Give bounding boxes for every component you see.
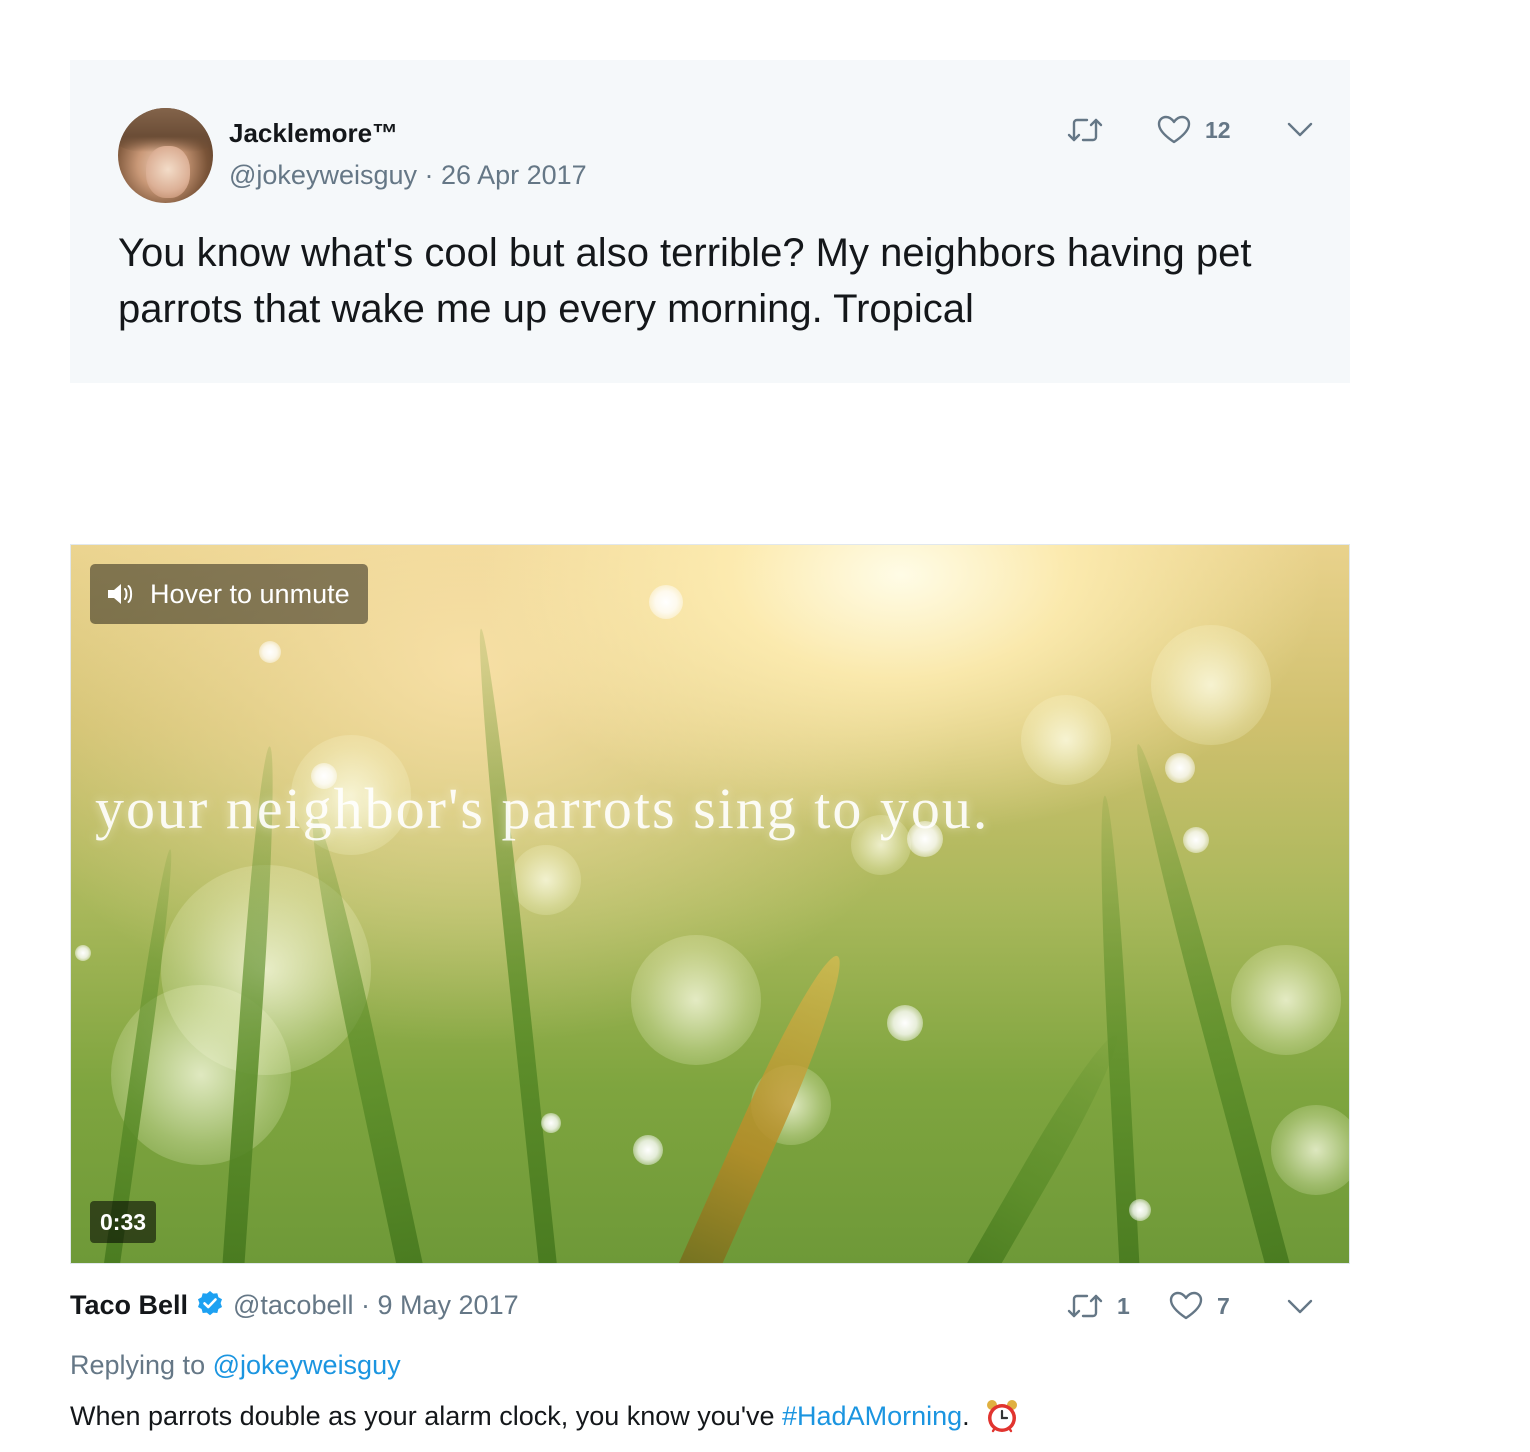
avatar[interactable] <box>118 108 213 203</box>
chevron-down-icon <box>1287 122 1313 137</box>
user-handle-and-date: @jokeyweisguy · 26 Apr 2017 <box>229 160 587 191</box>
meta-separator: · <box>424 160 434 190</box>
reply-like-button[interactable]: 7 <box>1169 1291 1230 1321</box>
like-count: 7 <box>1217 1292 1230 1319</box>
reply-text-end: . <box>962 1400 970 1431</box>
retweet-icon <box>1067 1294 1103 1318</box>
retweet-count: 1 <box>1117 1292 1130 1319</box>
tweet-thread-page: Jacklemore™ @jokeyweisguy · 26 Apr 2017 … <box>0 0 1530 1452</box>
more-options-button[interactable] <box>1286 119 1314 139</box>
replying-handle-link[interactable]: @jokeyweisguy <box>213 1350 401 1380</box>
speaker-icon <box>108 584 133 604</box>
meta-separator: · <box>361 1290 370 1320</box>
retweet-icon <box>1067 118 1103 142</box>
chevron-down-icon <box>1287 1299 1313 1314</box>
reply-date[interactable]: 9 May 2017 <box>378 1290 519 1320</box>
hover-to-unmute-button[interactable]: Hover to unmute <box>90 564 368 624</box>
like-count: 12 <box>1205 116 1231 143</box>
tweet-text: You know what's cool but also terrible? … <box>118 231 1252 331</box>
quoted-tweet-card[interactable]: Jacklemore™ @jokeyweisguy · 26 Apr 2017 … <box>70 60 1350 383</box>
retweet-button[interactable] <box>1067 115 1103 145</box>
reply-display-name[interactable]: Taco Bell <box>70 1290 188 1321</box>
reply-handle-and-date: @tacobell · 9 May 2017 <box>233 1290 519 1321</box>
verified-badge-icon <box>198 1291 222 1316</box>
reply-handle[interactable]: @tacobell <box>233 1290 353 1320</box>
tweet-date[interactable]: 26 Apr 2017 <box>441 160 587 190</box>
video-duration-badge: 0:33 <box>90 1201 157 1243</box>
video-player[interactable]: your neighbor's parrots sing to you. Hov… <box>70 544 1350 1264</box>
video-overlay-text: your neighbor's parrots sing to you. <box>95 776 990 841</box>
heart-icon <box>1157 115 1191 144</box>
user-display-name[interactable]: Jacklemore™ <box>229 118 398 149</box>
reply-more-options-button[interactable] <box>1286 1296 1314 1316</box>
heart-icon <box>1169 1291 1203 1320</box>
replying-prefix: Replying to <box>70 1350 206 1380</box>
reply-retweet-button[interactable]: 1 <box>1067 1291 1130 1321</box>
replying-to-line: Replying to @jokeyweisguy <box>70 1350 401 1381</box>
like-button[interactable]: 12 <box>1157 115 1231 145</box>
unmute-label: Hover to unmute <box>150 578 350 609</box>
reply-text-body: When parrots double as your alarm clock,… <box>70 1400 775 1431</box>
reply-tweet-text: When parrots double as your alarm clock,… <box>70 1398 1020 1434</box>
hashtag-link[interactable]: #HadAMorning <box>782 1401 962 1432</box>
alarm-clock-icon <box>986 1400 1017 1433</box>
user-handle[interactable]: @jokeyweisguy <box>229 160 417 190</box>
